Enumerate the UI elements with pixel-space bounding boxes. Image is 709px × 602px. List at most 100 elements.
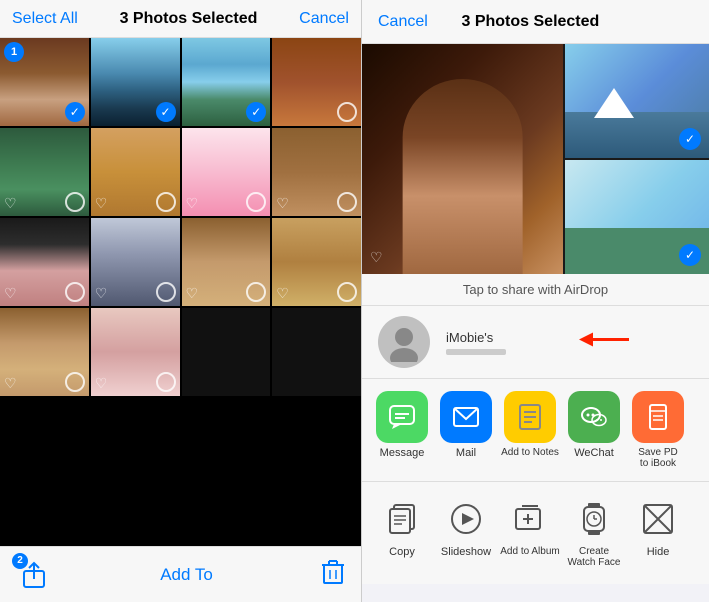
right-panel: Cancel 3 Photos Selected ♡ ✓ ✓ Tap to sh… [362, 0, 709, 602]
share-action-ibooks[interactable]: Save PDto iBook [626, 391, 690, 469]
photo-cell[interactable]: ♡ [0, 308, 89, 396]
share-button[interactable]: 2 [16, 557, 52, 593]
notes-label: Add to Notes [501, 447, 559, 458]
check-empty-icon [65, 372, 85, 392]
preview-area: ♡ ✓ ✓ [362, 44, 709, 274]
add-album-icon [509, 498, 551, 540]
check-empty-icon [156, 192, 176, 212]
trash-icon [321, 559, 345, 585]
mail-icon [440, 391, 492, 443]
contact-avatar[interactable] [378, 316, 430, 368]
heart-icon: ♡ [95, 375, 108, 392]
watch-face-icon [573, 498, 615, 540]
photo-cell[interactable]: ✓ [182, 38, 271, 126]
share-action-wechat[interactable]: WeChat [562, 391, 626, 469]
share-action-mail[interactable]: Mail [434, 391, 498, 469]
check-empty-icon [337, 102, 357, 122]
check-empty-icon [337, 282, 357, 302]
photo-cell[interactable]: ♡ [91, 308, 180, 396]
message-icon [376, 391, 428, 443]
heart-icon: ♡ [95, 195, 108, 212]
more-actions-row: Copy Slideshow Add to Album [362, 482, 709, 584]
select-all-button[interactable]: Select All [12, 10, 78, 28]
check-empty-icon [156, 282, 176, 302]
check-empty-icon [246, 282, 266, 302]
wechat-icon [568, 391, 620, 443]
airdrop-hint: Tap to share with AirDrop [362, 274, 709, 306]
footer-badge: 2 [12, 553, 28, 569]
left-panel: Select All 3 Photos Selected Cancel 1 ✓ … [0, 0, 362, 602]
left-footer: 2 Add To [0, 546, 361, 602]
check-icon: ✓ [65, 102, 85, 122]
arrow-icon [579, 325, 629, 355]
photo-cell-empty [182, 308, 271, 396]
share-action-notes[interactable]: Add to Notes [498, 391, 562, 469]
photo-cell[interactable]: ✓ [91, 38, 180, 126]
heart-icon: ♡ [4, 195, 17, 212]
mail-label: Mail [456, 447, 476, 459]
ibooks-icon [632, 391, 684, 443]
contact-row: iMobie's [362, 306, 709, 379]
heart-icon: ♡ [276, 195, 289, 212]
trash-button[interactable] [321, 559, 345, 591]
right-header: Cancel 3 Photos Selected [362, 0, 709, 44]
left-header-title: 3 Photos Selected [120, 10, 258, 28]
photo-cell[interactable]: ♡ [182, 218, 271, 306]
check-empty-icon [65, 192, 85, 212]
preview-main-photo[interactable]: ♡ [362, 44, 563, 274]
photo-cell[interactable] [272, 38, 361, 126]
photo-cell[interactable]: ♡ [91, 128, 180, 216]
share-action-message[interactable]: Message [370, 391, 434, 469]
add-to-button[interactable]: Add To [160, 565, 213, 585]
notes-icon [504, 391, 556, 443]
more-action-hide[interactable]: Hide [626, 498, 690, 568]
left-header: Select All 3 Photos Selected Cancel [0, 0, 361, 38]
wechat-label: WeChat [574, 447, 614, 459]
heart-icon: ♡ [4, 285, 17, 302]
photo-cell[interactable]: ♡ [0, 128, 89, 216]
preview-check-icon: ✓ [679, 128, 701, 150]
selection-badge: 1 [4, 42, 24, 62]
preview-heart-icon: ♡ [370, 249, 383, 266]
watch-face-label: CreateWatch Face [568, 546, 621, 568]
slideshow-icon [445, 498, 487, 540]
ibooks-label: Save PDto iBook [638, 447, 677, 469]
heart-icon: ♡ [276, 285, 289, 302]
photo-cell[interactable]: ♡ [0, 218, 89, 306]
copy-label: Copy [389, 546, 415, 558]
left-cancel-button[interactable]: Cancel [299, 10, 349, 28]
add-album-label: Add to Album [500, 546, 559, 557]
heart-icon: ♡ [95, 285, 108, 302]
share-actions-row: Message Mail Add to Notes [362, 379, 709, 482]
check-empty-icon [246, 192, 266, 212]
heart-icon: ♡ [4, 375, 17, 392]
red-arrow [579, 325, 629, 360]
avatar-icon [384, 322, 424, 362]
contact-name-text: iMobie's [446, 330, 506, 345]
heart-icon: ♡ [186, 195, 199, 212]
more-action-slideshow[interactable]: Slideshow [434, 498, 498, 568]
photo-cell[interactable]: ♡ [272, 218, 361, 306]
photo-cell[interactable]: ♡ [91, 218, 180, 306]
more-action-add-album[interactable]: Add to Album [498, 498, 562, 568]
check-empty-icon [156, 372, 176, 392]
photo-grid: 1 ✓ ✓ ✓ ♡ ♡ ♡ ♡ ♡ [0, 38, 361, 546]
preview-bottom-photo[interactable]: ✓ [565, 160, 709, 274]
hide-label: Hide [647, 546, 670, 558]
photo-cell[interactable]: ♡ [272, 128, 361, 216]
contact-name-redacted [446, 349, 506, 355]
more-action-watch-face[interactable]: CreateWatch Face [562, 498, 626, 568]
photo-cell[interactable]: ♡ [182, 128, 271, 216]
message-label: Message [380, 447, 425, 459]
right-header-title: 3 Photos Selected [461, 13, 599, 31]
photo-cell[interactable]: 1 ✓ [0, 38, 89, 126]
preview-check-icon-2: ✓ [679, 244, 701, 266]
right-cancel-button[interactable]: Cancel [378, 13, 428, 31]
hide-icon [637, 498, 679, 540]
slideshow-label: Slideshow [441, 546, 491, 558]
copy-icon [381, 498, 423, 540]
more-action-copy[interactable]: Copy [370, 498, 434, 568]
check-icon: ✓ [156, 102, 176, 122]
photo-cell-empty [272, 308, 361, 396]
preview-top-photo[interactable]: ✓ [565, 44, 709, 158]
